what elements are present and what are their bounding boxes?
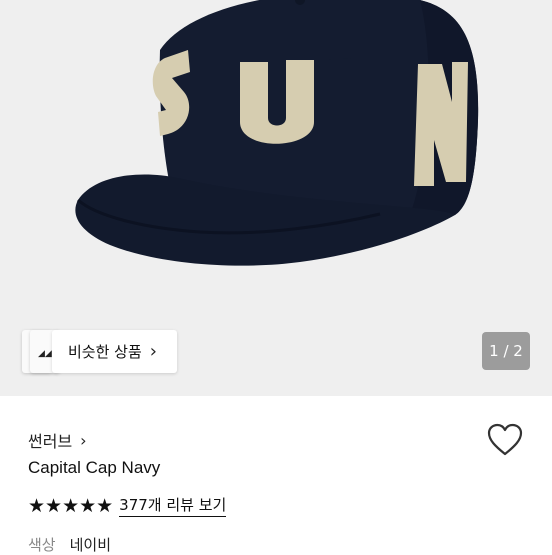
similar-products-card[interactable]: 비슷한 상품 › <box>52 330 177 373</box>
similar-products-label: 비슷한 상품 <box>68 343 142 361</box>
chevron-right-icon: › <box>149 341 157 362</box>
star-rating: ★★★★★ <box>28 494 114 517</box>
product-name: Capital Cap Navy <box>28 458 161 477</box>
product-image-carousel[interactable]: ◢◢ ◢◢ 비슷한 상품 › 1 / 2 <box>0 0 552 396</box>
rating-row: ★★★★★ 377개 리뷰 보기 <box>28 494 227 517</box>
review-link[interactable]: 377개 리뷰 보기 <box>119 494 227 517</box>
similar-products-button[interactable]: ◢◢ ◢◢ 비슷한 상품 › <box>22 330 177 373</box>
heart-outline-icon[interactable] <box>487 423 523 457</box>
brand-link[interactable]: 썬러브 › <box>28 428 87 452</box>
brand-name: 썬러브 <box>28 432 73 451</box>
image-pager: 1 / 2 <box>482 332 530 370</box>
chevron-right-icon: › <box>80 430 87 450</box>
